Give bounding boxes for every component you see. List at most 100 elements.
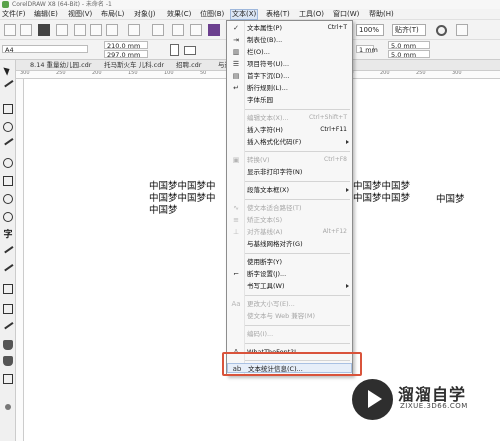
interactive-fill-icon[interactable] <box>3 340 13 350</box>
menu-item-encoding[interactable]: 编码(I)... <box>227 329 352 339</box>
bullets-icon: ☰ <box>232 60 240 68</box>
canvas-text-line[interactable]: 中国梦 <box>149 205 178 217</box>
connector-tool-icon[interactable] <box>2 261 14 272</box>
shape-tool-icon[interactable] <box>2 77 14 88</box>
portrait-icon[interactable] <box>170 44 179 56</box>
snap-to-dropdown[interactable]: 贴齐(T) <box>392 24 426 36</box>
menu-item-show-nonprinting[interactable]: 显示非打印字符(N) <box>227 167 352 177</box>
artistic-media-icon[interactable] <box>3 158 13 168</box>
menu-item-drop-cap[interactable]: ▤ 首字下沉(D)... <box>227 71 352 81</box>
menu-help[interactable]: 帮助(H) <box>368 9 395 20</box>
copy-icon[interactable] <box>90 24 102 36</box>
page-height-field[interactable]: 297.0 mm <box>104 50 148 59</box>
ruler-number: 200 <box>92 71 102 76</box>
redo-icon[interactable] <box>152 24 164 36</box>
paste-icon[interactable] <box>106 24 118 36</box>
menu-item-font-playground[interactable]: 字体乐园 <box>227 95 352 105</box>
tab-document-2[interactable]: 托马斯火车 儿科.cdr <box>104 60 164 71</box>
canvas-text-line[interactable]: 中国梦中国梦中 <box>149 193 216 205</box>
eyedropper-icon[interactable] <box>2 319 14 330</box>
menu-layout[interactable]: 布局(L) <box>100 9 125 20</box>
canvas-text-line[interactable]: 中国梦中国梦 <box>353 193 410 205</box>
convert-icon: ▣ <box>232 156 240 164</box>
pick-tool-icon[interactable] <box>3 66 13 76</box>
vertical-ruler[interactable] <box>16 79 24 441</box>
parallel-dimension-icon[interactable] <box>2 243 14 254</box>
menu-item-insert-formatting-code[interactable]: 插入格式化代码(F) <box>227 137 352 147</box>
zoom-tool-icon[interactable] <box>3 122 13 132</box>
play-icon <box>368 390 382 408</box>
menu-item-columns[interactable]: ▥ 栏(O)... <box>227 47 352 57</box>
menu-table[interactable]: 表格(T) <box>265 9 291 20</box>
polygon-tool-icon[interactable] <box>3 212 13 222</box>
canvas-text-line[interactable]: 中国梦中国梦中 <box>149 181 216 193</box>
transparency-icon[interactable] <box>3 304 13 314</box>
undo-icon[interactable] <box>128 24 140 36</box>
menu-item-straighten-text[interactable]: ≡ 矫正文本(S) <box>227 215 352 225</box>
line-break-icon: ↵ <box>233 84 239 92</box>
menu-item-insert-character[interactable]: 插入字符(H) Ctrl+F11 <box>227 125 352 135</box>
ruler-number: 150 <box>128 71 138 76</box>
crop-tool-icon[interactable] <box>3 104 13 114</box>
smart-fill-icon[interactable] <box>3 356 13 366</box>
menu-item-hyphenation-settings[interactable]: ⌐ 断字设置(J)... <box>227 269 352 279</box>
freehand-tool-icon[interactable] <box>2 135 14 146</box>
zoom-dropdown[interactable]: 100% <box>356 24 384 36</box>
menu-item-web-compatible[interactable]: 使文本与 Web 兼容(M) <box>227 311 352 321</box>
canvas-text-line[interactable]: 中国梦 <box>436 194 465 206</box>
tab-document-1[interactable]: 8.14 重量幼儿园.cdr <box>30 60 91 71</box>
tab-document-3[interactable]: 招聘.cdr <box>176 60 201 71</box>
import-icon[interactable] <box>190 24 202 36</box>
open-folder-icon[interactable] <box>20 24 32 36</box>
menu-item-edit-text[interactable]: 编辑文本(X)... Ctrl+Shift+T <box>227 113 352 123</box>
units-field[interactable]: 1 mm <box>356 45 378 54</box>
search-content-icon[interactable] <box>172 24 184 36</box>
menu-text[interactable]: 文本(X) <box>230 9 259 20</box>
menu-effects[interactable]: 效果(C) <box>166 9 192 20</box>
text-tool-icon[interactable]: 字 <box>3 230 13 240</box>
menu-item-align-to-baseline-grid[interactable]: 与基线网格对齐(G) <box>227 239 352 249</box>
menu-separator <box>245 151 350 152</box>
menu-bitmap[interactable]: 位图(B) <box>199 9 225 20</box>
canvas-text-line[interactable]: 中国梦中国梦 <box>353 181 410 193</box>
menu-item-text-properties[interactable]: ✓ 文本属性(P) Ctrl+T <box>227 23 352 33</box>
rectangle-tool-icon[interactable] <box>3 176 13 186</box>
menu-file[interactable]: 文件(F) <box>1 9 27 20</box>
menu-item-line-break-rules[interactable]: ↵ 断行规则(L)... <box>227 83 352 93</box>
nudge-x-field[interactable]: 5.0 mm <box>388 41 430 50</box>
menu-tools[interactable]: 工具(O) <box>298 9 325 20</box>
menu-item-paragraph-text-frame[interactable]: 段落文本框(X) <box>227 185 352 195</box>
page-size-select[interactable]: A4 <box>2 45 88 54</box>
menu-separator <box>245 109 350 110</box>
menu-window[interactable]: 窗口(W) <box>332 9 360 20</box>
launch-icon[interactable] <box>456 24 468 36</box>
cut-icon[interactable] <box>74 24 86 36</box>
drop-shadow-icon[interactable] <box>3 284 13 294</box>
page-width-field[interactable]: 210.0 mm <box>104 41 148 50</box>
export-icon[interactable] <box>208 24 220 36</box>
gear-icon[interactable] <box>436 25 447 36</box>
menu-item-writing-tools[interactable]: 书写工具(W) <box>227 281 352 291</box>
check-icon: ✓ <box>233 24 239 32</box>
new-document-icon[interactable] <box>4 24 16 36</box>
menu-item-convert[interactable]: ▣ 转换(V) Ctrl+F8 <box>227 155 352 165</box>
menu-item-fit-text-to-path[interactable]: ∿ 使文本适合路径(T) <box>227 203 352 213</box>
landscape-icon[interactable] <box>184 46 196 55</box>
save-icon[interactable] <box>38 24 50 36</box>
outline-icon[interactable] <box>3 374 13 384</box>
menu-item-tab-stops[interactable]: ⇥ 制表位(B)... <box>227 35 352 45</box>
watermark-url: ZIXUE.3D66.COM <box>400 402 468 410</box>
menu-object[interactable]: 对象(J) <box>133 9 157 20</box>
menu-item-align-baseline[interactable]: ⊥ 对齐基线(A) Alt+F12 <box>227 227 352 237</box>
ellipse-tool-icon[interactable] <box>3 194 13 204</box>
nudge-y-field[interactable]: 5.0 mm <box>388 50 430 59</box>
ruler-number: 200 <box>380 71 390 76</box>
menu-item-bullets[interactable]: ☰ 项目符号(U)... <box>227 59 352 69</box>
menu-item-use-hyphenation[interactable]: 使用断字(Y) <box>227 257 352 267</box>
menu-edit[interactable]: 编辑(E) <box>33 9 59 20</box>
add-tool-icon[interactable] <box>5 404 11 410</box>
print-icon[interactable] <box>56 24 68 36</box>
menu-separator <box>245 325 350 326</box>
menu-item-change-case[interactable]: Aa 更改大小写(E)... <box>227 299 352 309</box>
menu-view[interactable]: 视图(V) <box>67 9 93 20</box>
